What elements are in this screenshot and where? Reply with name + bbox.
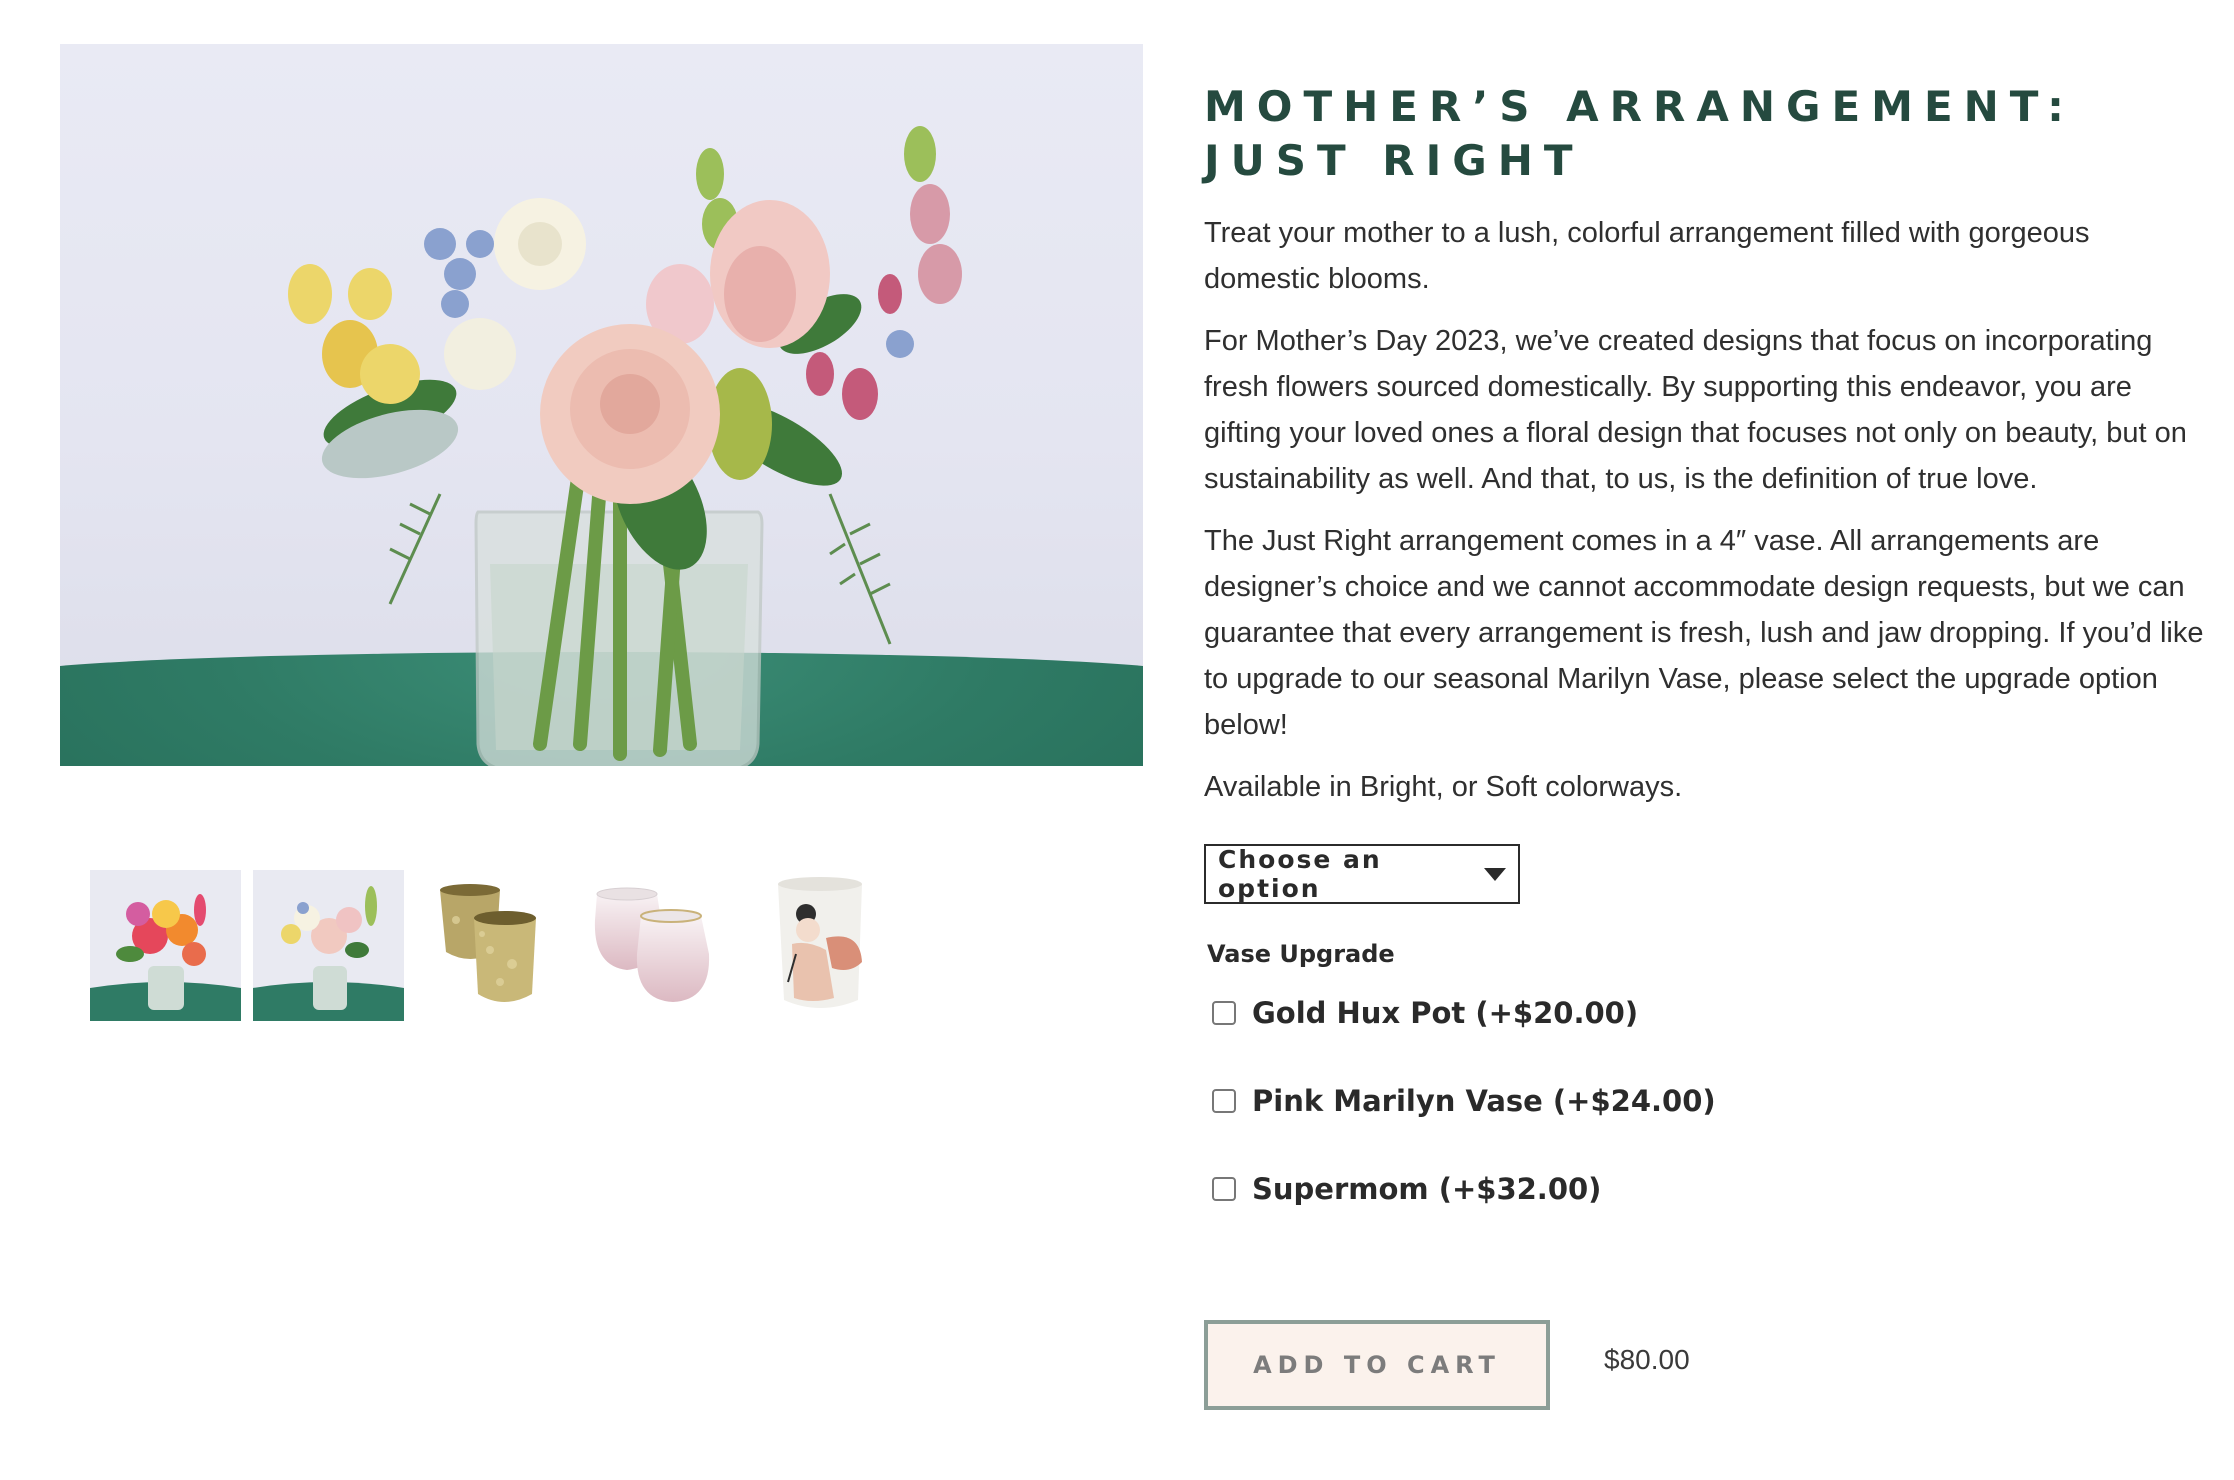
product-title: Mother’s Arrangement: Just Right [1204,82,2075,185]
thumbnail-pink-marilyn-vase[interactable] [579,870,730,1021]
addon-gold-hux-pot[interactable]: Gold Hux Pot (+$20.00) [1212,996,1638,1030]
addon-pink-marilyn-vase[interactable]: Pink Marilyn Vase (+$24.00) [1212,1084,1716,1118]
addon-checkbox[interactable] [1212,1089,1236,1113]
main-product-image[interactable] [60,44,1143,766]
variation-select[interactable]: Choose an option [1204,844,1520,904]
addon-checkbox[interactable] [1212,1001,1236,1025]
description-paragraph: For Mother’s Day 2023, we’ve created des… [1204,325,2187,495]
addon-label: Gold Hux Pot (+$20.00) [1252,996,1639,1030]
description-paragraph: The Just Right arrangement comes in a 4″… [1204,525,2204,741]
chevron-down-icon [1484,867,1506,881]
addon-label: Supermom (+$32.00) [1252,1172,1602,1206]
thumbnail-gallery [90,870,893,1022]
thumbnail-soft-arrangement[interactable] [253,870,404,1021]
thumbnail-gold-hux-pot[interactable] [416,870,567,1021]
addon-checkbox[interactable] [1212,1177,1236,1201]
product-summary: Mother’s Arrangement: Just Right [1204,80,2204,188]
thumbnail-supermom-pot[interactable] [742,870,893,1021]
bouquet-illustration [288,126,962,766]
variation-select-value: Choose an option [1218,845,1382,903]
product-price: $80.00 [1604,1344,1690,1375]
addon-label: Pink Marilyn Vase (+$24.00) [1252,1084,1716,1118]
product-description: Treat your mother to a lush, colorful ar… [1204,210,2204,826]
description-paragraph: Available in Bright, or Soft colorways. [1204,771,1683,803]
thumbnail-bright-arrangement[interactable] [90,870,241,1021]
description-paragraph: Treat your mother to a lush, colorful ar… [1204,217,2090,295]
addon-heading: Vase Upgrade [1207,940,1395,968]
add-to-cart-label: ADD TO CART [1253,1351,1501,1379]
add-to-cart-button[interactable]: ADD TO CART [1204,1320,1550,1410]
addon-supermom[interactable]: Supermom (+$32.00) [1212,1172,1601,1206]
